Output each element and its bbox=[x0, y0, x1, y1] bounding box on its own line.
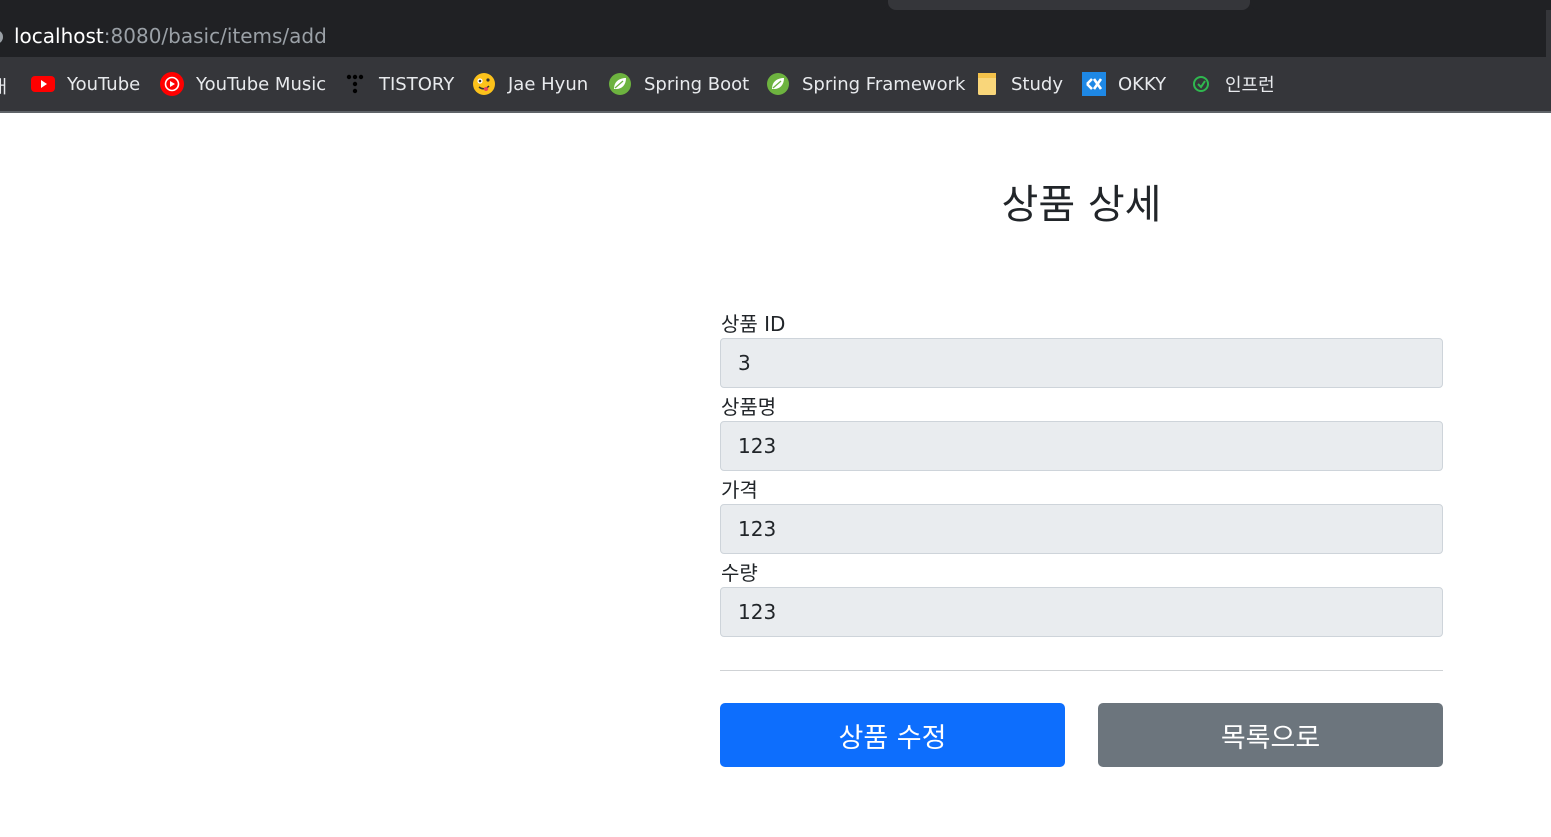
bookmark-spring-boot[interactable]: Spring Boot bbox=[608, 70, 749, 98]
youtube-icon bbox=[31, 72, 55, 96]
item-name-label: 상품명 bbox=[721, 395, 777, 419]
tistory-icon bbox=[343, 72, 367, 96]
bookmark-youtube[interactable]: YouTube bbox=[31, 70, 140, 98]
youtube-music-icon bbox=[160, 72, 184, 96]
bookmark-okky[interactable]: OKKY bbox=[1082, 70, 1166, 98]
divider bbox=[720, 670, 1443, 671]
quantity-label: 수량 bbox=[721, 561, 758, 585]
tab-inactive-left[interactable] bbox=[0, 0, 888, 10]
bookmark-spring-framework[interactable]: Spring Framework bbox=[766, 70, 965, 98]
item-name-field[interactable]: 123 bbox=[720, 421, 1443, 471]
bookmark-youtube-music[interactable]: YouTube Music bbox=[160, 70, 326, 98]
spring-leaf-icon bbox=[766, 72, 790, 96]
bookmark-label: Spring Boot bbox=[644, 73, 750, 95]
bookmark-label: OKKY bbox=[1118, 73, 1167, 95]
tab-active[interactable] bbox=[888, 0, 1250, 10]
url-text[interactable]: localhost:8080/basic/items/add bbox=[14, 24, 327, 48]
spring-leaf-icon bbox=[608, 72, 632, 96]
back-to-list-button[interactable]: 목록으로 bbox=[1098, 703, 1443, 767]
item-id-field[interactable]: 3 bbox=[720, 338, 1443, 388]
bookmark-study[interactable]: Study bbox=[975, 70, 1063, 98]
url-host: localhost bbox=[14, 24, 104, 48]
bookmark-tistory[interactable]: TISTORY bbox=[343, 70, 454, 98]
item-id-label: 상품 ID bbox=[721, 312, 786, 336]
inflearn-icon bbox=[1189, 72, 1213, 96]
bookmark-label: Spring Framework bbox=[802, 73, 966, 95]
url-path: :8080/basic/items/add bbox=[103, 24, 327, 48]
price-field[interactable]: 123 bbox=[720, 504, 1443, 554]
bookmark-jae-hyun[interactable]: Jae Hyun bbox=[472, 70, 588, 98]
folder-note-icon bbox=[975, 72, 999, 96]
tab-inactive-right[interactable] bbox=[1250, 0, 1551, 10]
toolbar-divider bbox=[0, 111, 1551, 113]
bookmark-label: YouTube bbox=[67, 73, 141, 95]
quantity-field[interactable]: 123 bbox=[720, 587, 1443, 637]
page-title: 상품 상세 bbox=[1001, 182, 1162, 228]
toolbar-edge bbox=[1546, 10, 1551, 57]
price-label: 가격 bbox=[721, 478, 758, 502]
bookmark-label: Study bbox=[1011, 73, 1063, 95]
bookmark-label: 인프런 bbox=[1225, 75, 1275, 96]
bookmark-label: YouTube Music bbox=[196, 73, 327, 95]
emoji-face-icon bbox=[472, 72, 496, 96]
bookmark-label: Jae Hyun bbox=[508, 73, 589, 95]
bookmark-label: TISTORY bbox=[379, 73, 455, 95]
bookmark-cut-label[interactable]: ㅐ bbox=[0, 73, 11, 99]
edit-item-button[interactable]: 상품 수정 bbox=[720, 703, 1065, 767]
bookmark-inflearn[interactable]: 인프런 bbox=[1189, 70, 1275, 98]
okky-icon bbox=[1082, 72, 1106, 96]
